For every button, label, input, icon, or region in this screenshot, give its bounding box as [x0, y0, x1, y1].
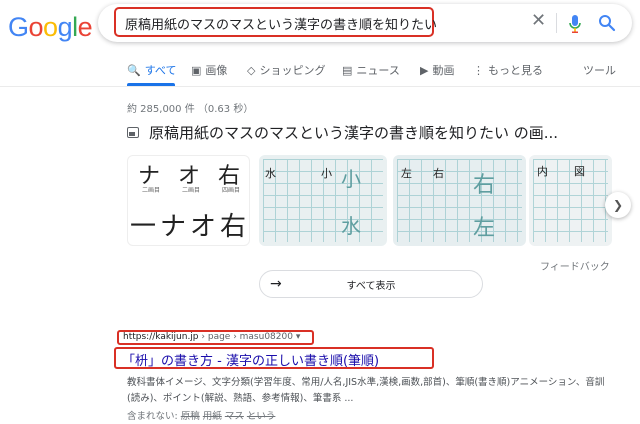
image-thumbnail[interactable]: 水 小 小 水 — [259, 155, 387, 246]
kanji-glyph: 水 — [341, 214, 361, 238]
stroke-caption: 二画目 — [182, 187, 201, 194]
tab-news[interactable]: ▤ ニュース — [342, 62, 400, 78]
more-icon: ⋮ — [473, 63, 484, 77]
tab-videos[interactable]: ▶ 動画 — [420, 62, 454, 78]
tab-label: 動画 — [432, 64, 455, 77]
video-icon: ▶ — [420, 63, 429, 77]
logo-letter: o — [28, 12, 44, 42]
tab-label: ショッピング — [259, 64, 326, 77]
image-icon: ▣ — [191, 63, 202, 77]
stroke-glyph: オ — [190, 212, 217, 242]
kanji-glyph: 左 — [401, 167, 412, 180]
stroke-glyph: ナ — [160, 212, 187, 242]
tag-icon: ◇ — [247, 63, 256, 77]
show-all-label: すべて表示 — [346, 280, 396, 292]
search-icon: 🔍 — [127, 63, 141, 77]
image-thumbnail[interactable]: 内 図 — [529, 155, 612, 246]
missing-term: 用紙 — [202, 411, 222, 422]
stroke-glyph: 一 — [130, 212, 157, 242]
logo-letter: o — [43, 12, 58, 42]
arrow-right-icon: → — [270, 276, 282, 292]
logo-letter: g — [57, 12, 73, 42]
stroke-caption: 四画目 — [222, 187, 241, 194]
kanji-glyph: 小 — [321, 167, 332, 180]
feedback-link[interactable]: フィードバック — [540, 258, 610, 273]
result-stats: 約 285,000 件 （0.63 秒） — [127, 104, 254, 115]
google-logo[interactable]: Google — [8, 12, 93, 43]
kanji-glyph: 図 — [574, 165, 585, 178]
search-input[interactable]: 原稿用紙のマスのマスという漢字の書き順を知りたい — [125, 14, 437, 33]
tab-label: 画像 — [205, 64, 228, 77]
stroke-glyph: 右 — [220, 212, 247, 242]
result-title-link[interactable]: 「枡」の書き方 - 漢字の正しい書き順(筆順) — [122, 350, 379, 369]
tab-images[interactable]: ▣ 画像 — [191, 62, 227, 78]
logo-letter: e — [77, 12, 93, 42]
tabs-divider — [0, 86, 640, 87]
search-box[interactable]: 原稿用紙のマスのマスという漢字の書き順を知りたい ✕ — [98, 4, 632, 42]
missing-term: マス — [224, 411, 244, 422]
result-url-host: https://kakijun.jp — [123, 332, 199, 342]
kanji-glyph: 内 — [537, 165, 548, 178]
carousel-next-button[interactable]: ❯ — [605, 192, 631, 218]
missing-term: という — [246, 411, 276, 422]
stroke-caption: 二画目 — [142, 187, 161, 194]
chevron-down-icon[interactable]: ▾ — [296, 332, 301, 342]
images-heading[interactable]: 原稿用紙のマスのマスという漢字の書き順を知りたい の画... — [127, 122, 558, 143]
clear-icon[interactable]: ✕ — [531, 10, 546, 31]
tab-label: もっと見る — [488, 64, 543, 77]
chevron-right-icon: ❯ — [612, 198, 624, 212]
tab-label: ニュース — [356, 64, 400, 77]
show-all-button[interactable]: → すべて表示 — [259, 270, 483, 298]
logo-letter: G — [8, 12, 29, 42]
image-thumbnail[interactable]: ナ オ 右 二画目 二画目 四画目 一 ナ オ 右 — [127, 155, 250, 246]
kanji-glyph: 小 — [341, 167, 361, 191]
result-snippet: 教科書体イメージ、文字分類(学習年度、常用/人名,JIS水準,漢検,画数,部首)… — [127, 377, 605, 404]
kanji-glyph: 右 — [433, 167, 444, 180]
missing-terms: 含まれない: 原稿 用紙 マス という — [127, 408, 275, 422]
image-thumbnail[interactable]: 左 右 右 左 — [393, 155, 526, 246]
microphone-icon[interactable] — [567, 14, 583, 34]
tab-label: すべて — [144, 64, 177, 77]
result-url[interactable]: https://kakijun.jp › page › masu08200 ▾ — [123, 332, 300, 342]
tools-button[interactable]: ツール — [583, 62, 616, 78]
missing-label: 含まれない: — [127, 411, 181, 422]
search-icon[interactable] — [598, 14, 616, 32]
image-icon — [127, 127, 139, 138]
missing-term: 原稿 — [180, 411, 200, 422]
kanji-glyph: 右 — [473, 173, 496, 198]
kanji-glyph: 水 — [265, 167, 276, 180]
kanji-glyph: 左 — [473, 216, 496, 241]
result-url-path: › page › masu08200 — [198, 332, 293, 342]
tab-shopping[interactable]: ◇ ショッピング — [247, 62, 325, 78]
tab-more[interactable]: ⋮ もっと見る — [473, 62, 543, 78]
images-heading-text: 原稿用紙のマスのマスという漢字の書き順を知りたい の画... — [149, 124, 559, 142]
grid-pattern — [397, 159, 522, 242]
news-icon: ▤ — [342, 63, 353, 77]
search-divider — [556, 13, 557, 33]
tab-all[interactable]: 🔍 すべて — [127, 62, 177, 78]
